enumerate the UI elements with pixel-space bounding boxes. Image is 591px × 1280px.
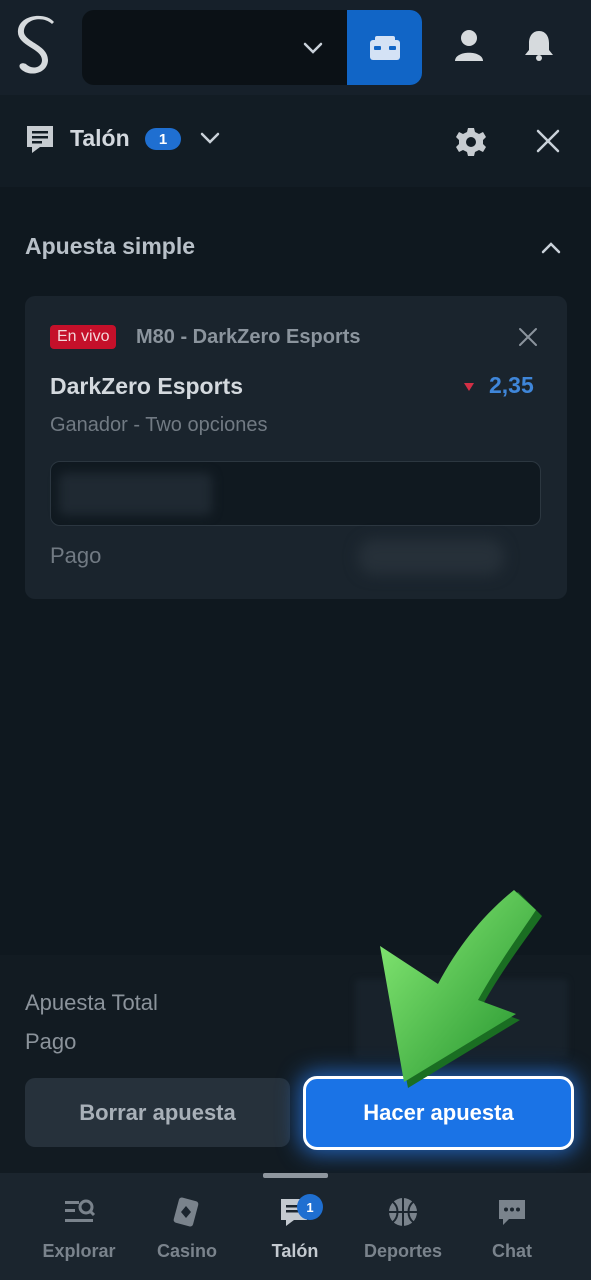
total-payout-label: Pago — [25, 1029, 77, 1054]
nav-label: Talón — [271, 1241, 319, 1261]
active-tab-indicator — [263, 1173, 328, 1178]
close-icon[interactable] — [535, 128, 561, 154]
event-name: M80 - DarkZero Esports — [136, 326, 361, 348]
nav-item-chat[interactable]: Chat — [462, 1195, 562, 1275]
nav-item-explorar[interactable]: Explorar — [29, 1195, 129, 1275]
wallet-button[interactable] — [347, 10, 422, 85]
section-title: Apuesta simple — [25, 233, 195, 259]
gear-icon[interactable] — [455, 126, 487, 158]
top-bar — [0, 0, 591, 95]
wallet-icon — [369, 35, 400, 60]
nav-label: Explorar — [42, 1241, 116, 1261]
bottom-navigation: Explorar Casino Talón 1 Deportes Chat — [0, 1173, 591, 1280]
basketball-icon — [389, 1198, 417, 1226]
betslip-header: Talón 1 — [0, 95, 591, 187]
green-arrow-icon — [380, 890, 542, 1088]
redacted-payout — [358, 539, 504, 575]
payout-label: Pago — [50, 543, 102, 568]
odds-down-icon — [464, 383, 474, 391]
odds-value: 2,35 — [489, 372, 534, 398]
receipt-icon — [27, 126, 53, 153]
user-icon[interactable] — [452, 28, 486, 62]
stake-input[interactable] — [50, 461, 541, 526]
total-stake-label: Apuesta Total — [25, 990, 158, 1015]
redacted-stake — [59, 473, 212, 515]
nav-item-talon[interactable]: Talón — [245, 1195, 345, 1275]
clear-bet-button[interactable]: Borrar apuesta — [25, 1078, 290, 1147]
bet-card: En vivo M80 - DarkZero Esports DarkZero … — [25, 296, 567, 599]
chevron-down-icon — [303, 42, 323, 54]
betslip-count-badge: 1 — [145, 128, 181, 150]
market-name: Ganador - Two opciones — [50, 414, 268, 436]
bell-icon[interactable] — [522, 28, 556, 62]
remove-bet-icon[interactable] — [518, 327, 538, 347]
betslip-title: Talón — [70, 125, 130, 151]
live-badge: En vivo — [50, 325, 117, 349]
cards-icon — [173, 1197, 199, 1227]
nav-label: Chat — [492, 1241, 532, 1261]
chevron-up-icon[interactable] — [539, 236, 563, 260]
nav-label: Deportes — [363, 1241, 443, 1261]
nav-label: Casino — [156, 1241, 217, 1261]
selection-name: DarkZero Esports — [50, 373, 244, 399]
nav-item-casino[interactable]: Casino — [137, 1195, 237, 1275]
nav-item-deportes[interactable]: Deportes — [353, 1195, 453, 1275]
s-logo-icon[interactable] — [14, 14, 60, 80]
chat-icon — [499, 1200, 525, 1225]
nav-badge: 1 — [297, 1194, 323, 1220]
explore-icon — [65, 1199, 96, 1222]
chevron-down-icon[interactable] — [199, 127, 221, 149]
wallet-selector[interactable] — [82, 10, 422, 85]
